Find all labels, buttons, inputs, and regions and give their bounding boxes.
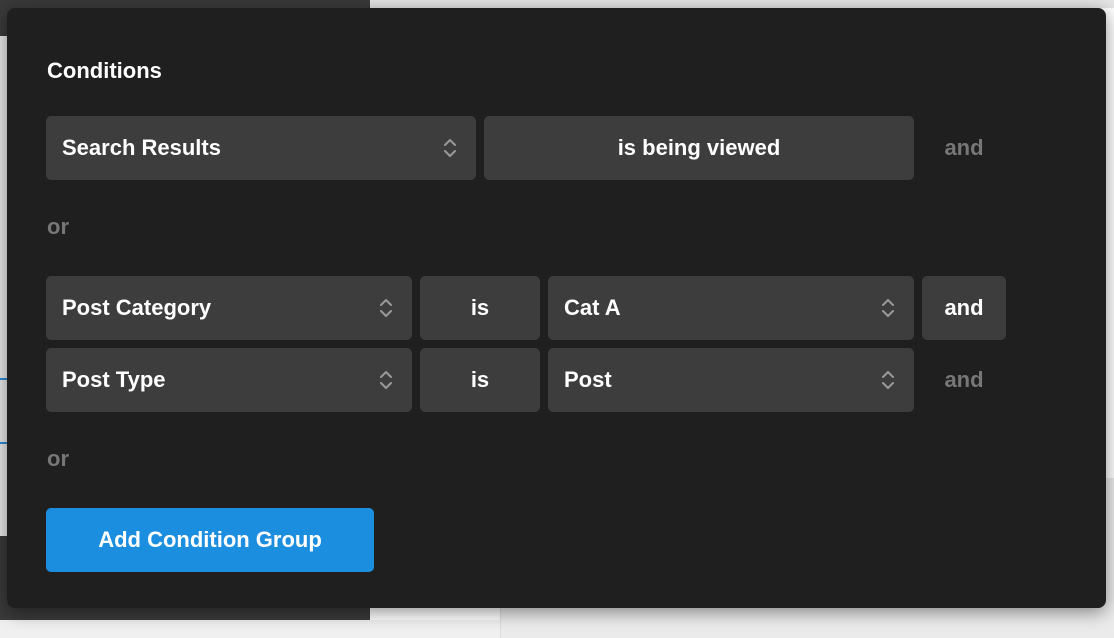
condition-operator-label: is being viewed: [617, 135, 781, 160]
condition-operator-button[interactable]: is: [420, 348, 540, 412]
add-condition-group-button[interactable]: Add Condition Group: [46, 508, 374, 572]
condition-operator-label: is: [470, 295, 490, 320]
condition-operator-label: is: [470, 367, 490, 392]
condition-row: Post Type is Post and: [46, 348, 1006, 412]
chevron-up-down-icon: [882, 299, 894, 317]
chevron-up-down-icon: [882, 371, 894, 389]
condition-operator-button[interactable]: is being viewed: [484, 116, 914, 180]
condition-value-label: Post: [564, 367, 612, 392]
condition-value-label: Cat A: [564, 295, 621, 320]
or-separator: or: [47, 446, 69, 471]
and-connector-button[interactable]: and: [922, 116, 1006, 180]
condition-value-select[interactable]: Cat A: [548, 276, 914, 340]
and-connector-button[interactable]: and: [922, 348, 1006, 412]
chevron-up-down-icon: [444, 139, 456, 157]
condition-subject-select[interactable]: Post Type: [46, 348, 412, 412]
condition-subject-label: Post Type: [62, 367, 166, 392]
modal-title: Conditions: [47, 58, 162, 83]
condition-subject-select[interactable]: Post Category: [46, 276, 412, 340]
condition-value-select[interactable]: Post: [548, 348, 914, 412]
or-separator: or: [47, 214, 69, 239]
chevron-up-down-icon: [380, 299, 392, 317]
condition-row: Post Category is Cat A and: [46, 276, 1006, 340]
condition-subject-label: Post Category: [62, 295, 212, 320]
condition-row: Search Results is being viewed and: [46, 116, 1006, 180]
conditions-modal: Conditions Search Results is being viewe…: [7, 8, 1106, 608]
condition-subject-label: Search Results: [62, 135, 221, 160]
and-connector-button[interactable]: and: [922, 276, 1006, 340]
chevron-up-down-icon: [380, 371, 392, 389]
condition-operator-button[interactable]: is: [420, 276, 540, 340]
condition-subject-select[interactable]: Search Results: [46, 116, 476, 180]
